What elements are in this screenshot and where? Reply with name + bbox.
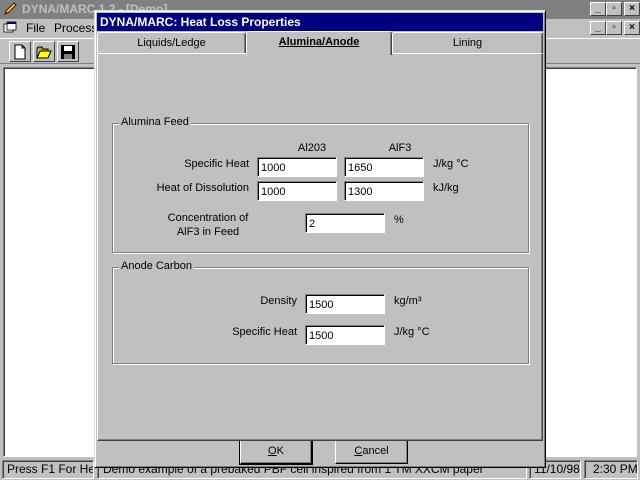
mdi-close-button[interactable]: × xyxy=(624,21,640,35)
alumina-specific-heat-al2o3-input[interactable] xyxy=(257,157,337,177)
density-label: Density xyxy=(260,295,297,307)
mdi-restore-button[interactable]: ▫ xyxy=(606,21,622,35)
menu-process[interactable]: Process xyxy=(54,19,97,37)
save-disk-icon xyxy=(61,45,75,59)
anode-specific-heat-label: Specific Heat xyxy=(232,326,297,338)
heat-of-dissolution-unit: kJ/kg xyxy=(433,182,459,194)
save-button[interactable] xyxy=(57,41,79,62)
specific-heat-unit: J/kg °C xyxy=(433,158,469,170)
specific-heat-label: Specific Heat xyxy=(184,158,249,170)
alf3-concentration-input[interactable] xyxy=(305,213,385,233)
tab-liquids-ledge[interactable]: Liquids/Ledge xyxy=(97,32,246,54)
open-file-button[interactable] xyxy=(33,41,55,62)
heat-of-dissolution-label: Heat of Dissolution xyxy=(156,182,249,194)
anode-specific-heat-unit: J/kg °C xyxy=(394,326,430,338)
alumina-feed-group-label: Alumina Feed xyxy=(119,116,191,128)
document-window-icon[interactable] xyxy=(3,21,17,35)
open-folder-icon xyxy=(36,46,52,59)
alumina-specific-heat-alf3-input[interactable] xyxy=(344,157,424,177)
tab-page-alumina-anode: Alumina Feed Al203 AlF3 Specific Heat J/… xyxy=(97,53,543,441)
anode-specific-heat-input[interactable] xyxy=(305,325,385,345)
heat-loss-properties-dialog: DYNA/MARC: Heat Loss Properties Liquids/… xyxy=(94,10,546,468)
ok-button[interactable]: OK xyxy=(239,438,313,465)
alumina-feed-group: Alumina Feed Al203 AlF3 Specific Heat J/… xyxy=(112,116,529,253)
close-button[interactable]: × xyxy=(624,2,640,16)
new-file-icon xyxy=(14,44,26,60)
anode-carbon-group: Anode Carbon Density kg/m³ Specific Heat… xyxy=(112,260,529,364)
new-file-button[interactable] xyxy=(9,41,31,62)
menu-file[interactable]: File xyxy=(26,19,45,37)
col-header-alf3: AlF3 xyxy=(388,142,412,154)
anode-carbon-group-label: Anode Carbon xyxy=(119,260,194,272)
concentration-unit: % xyxy=(394,214,404,226)
heat-of-dissolution-al2o3-input[interactable] xyxy=(257,181,337,201)
status-time: 2:30 PM xyxy=(584,460,638,479)
col-header-al2o3: Al203 xyxy=(297,142,327,154)
concentration-label-line1: Concentration of xyxy=(167,212,249,224)
tab-alumina-anode[interactable]: Alumina/Anode xyxy=(246,31,392,55)
mdi-minimize-button[interactable]: _ xyxy=(590,21,606,35)
minimize-button[interactable]: _ xyxy=(590,2,606,16)
tab-lining[interactable]: Lining xyxy=(392,32,543,54)
cancel-button[interactable]: Cancel xyxy=(335,439,408,464)
heat-of-dissolution-alf3-input[interactable] xyxy=(344,181,424,201)
status-help: Press F1 For Help xyxy=(2,460,94,479)
anode-density-input[interactable] xyxy=(305,294,385,314)
dialog-title-bar[interactable]: DYNA/MARC: Heat Loss Properties xyxy=(97,13,543,31)
density-unit: kg/m³ xyxy=(394,295,422,307)
restore-button[interactable]: ▫ xyxy=(606,2,622,16)
concentration-label-line2: AlF3 in Feed xyxy=(176,226,240,238)
pencil-app-icon xyxy=(4,2,17,15)
